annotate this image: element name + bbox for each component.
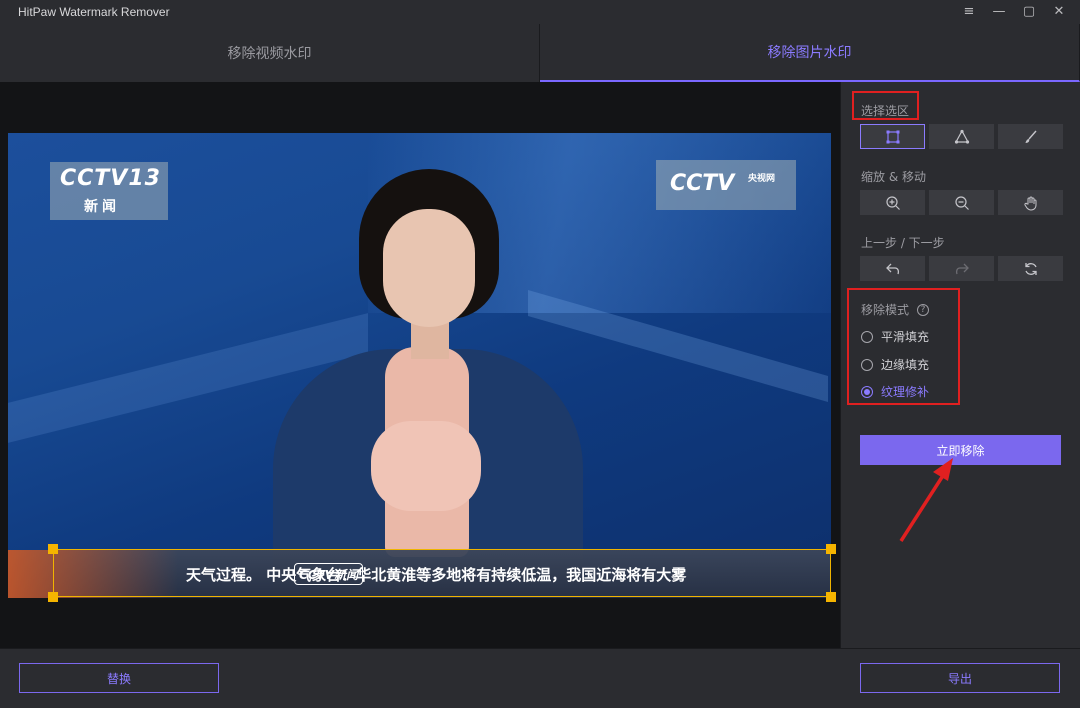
undo-button[interactable] [860, 256, 925, 281]
select-area-label: 选择选区 [861, 104, 910, 118]
zoom-in-icon [885, 195, 900, 210]
close-icon[interactable]: ✕ [1052, 5, 1066, 19]
zoom-tools [860, 190, 1063, 215]
radio-icon [861, 358, 873, 371]
rectangle-select-button[interactable] [860, 124, 925, 149]
brush-button[interactable] [998, 124, 1063, 149]
maximize-icon[interactable]: ▢ [1022, 5, 1036, 19]
radio-checked-icon [861, 385, 873, 398]
selection-handle-top-right[interactable] [826, 544, 836, 554]
watermark-logo-left: CCTV13 新闻 [50, 162, 168, 220]
minimize-icon[interactable]: — [992, 5, 1006, 19]
radio-icon [861, 330, 873, 343]
redo-button[interactable] [929, 256, 994, 281]
zoom-out-icon [954, 195, 969, 210]
mode-option-smooth-fill[interactable]: 平滑填充 [861, 328, 929, 345]
news-anchor-figure [233, 169, 583, 598]
mode-tabs: 移除视频水印 移除图片水印 [0, 24, 1080, 82]
remove-mode-header: 移除模式 ? [861, 301, 930, 318]
menu-icon[interactable]: ≡ [962, 5, 976, 19]
polygon-select-button[interactable] [929, 124, 994, 149]
selection-rectangle[interactable] [53, 549, 831, 597]
undo-icon [885, 263, 899, 274]
undo-redo-label: 上一步 / 下一步 [861, 236, 945, 250]
polygon-select-icon [954, 129, 969, 144]
rectangle-select-icon [886, 130, 899, 143]
history-tools [860, 256, 1063, 281]
export-button[interactable]: 导出 [860, 663, 1060, 693]
mode-option-texture-repair[interactable]: 纹理修补 [861, 383, 929, 400]
zoom-out-button[interactable] [929, 190, 994, 215]
mode-option-edge-fill[interactable]: 边缘填充 [861, 356, 929, 373]
preview-stage: CCTV13 新闻 CCTV 央视网 天气过程。 中央气象台：华北黄淮等多地将有… [0, 82, 840, 648]
bottom-bar: 替换 导出 [0, 648, 1080, 708]
zoom-move-label: 缩放 & 移动 [861, 170, 926, 184]
selection-handle-top-left[interactable] [48, 544, 58, 554]
remove-mode-label: 移除模式 [861, 303, 910, 317]
reset-button[interactable] [998, 256, 1063, 281]
remove-now-button[interactable]: 立即移除 [860, 435, 1061, 465]
redo-icon [955, 263, 969, 274]
watermark-logo-right: CCTV 央视网 [656, 160, 796, 210]
tool-panel: 选择选区 缩放 & 移动 上一步 / 下一步 移除模式 ? 平滑填充 边缘填充 … [840, 82, 1080, 648]
hand-icon [1023, 196, 1036, 211]
selection-handle-bottom-right[interactable] [826, 592, 836, 602]
brush-icon [1025, 130, 1037, 143]
window-controls: ≡ — ▢ ✕ [962, 0, 1066, 24]
zoom-in-button[interactable] [860, 190, 925, 215]
preview-image[interactable]: CCTV13 新闻 CCTV 央视网 天气过程。 中央气象台：华北黄淮等多地将有… [8, 133, 831, 598]
hand-move-button[interactable] [998, 190, 1063, 215]
app-title: HitPaw Watermark Remover [18, 5, 170, 19]
title-bar: HitPaw Watermark Remover ≡ — ▢ ✕ [0, 0, 1080, 24]
tab-remove-image-watermark[interactable]: 移除图片水印 [540, 24, 1080, 82]
reset-icon [1024, 262, 1037, 275]
tab-remove-video-watermark[interactable]: 移除视频水印 [0, 24, 540, 82]
select-tools [860, 124, 1063, 149]
help-icon[interactable]: ? [917, 303, 930, 316]
replace-button[interactable]: 替换 [19, 663, 219, 693]
selection-handle-bottom-left[interactable] [48, 592, 58, 602]
